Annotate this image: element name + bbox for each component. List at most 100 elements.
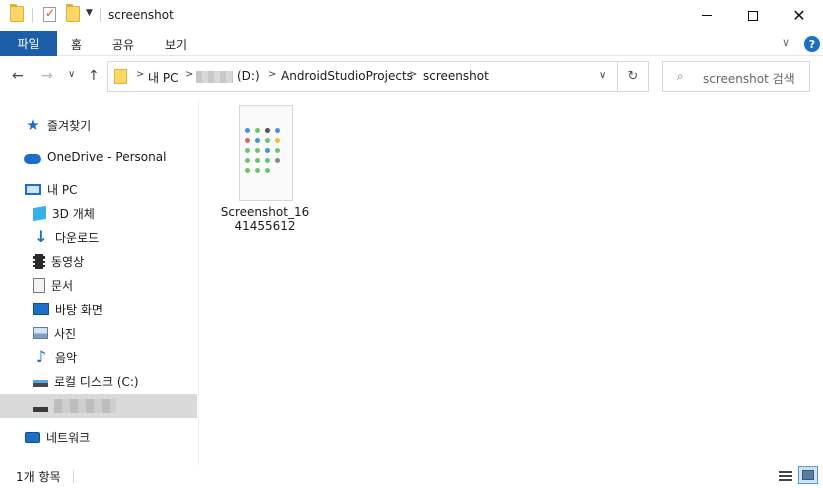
- breadcrumb-this-pc[interactable]: 내 PC: [148, 69, 178, 86]
- download-icon: ↓: [34, 227, 48, 246]
- thumbnail-dot: [265, 158, 270, 163]
- file-item[interactable]: Screenshot_1641455612: [217, 102, 313, 233]
- up-button[interactable]: ↑: [88, 68, 100, 84]
- details-view-button[interactable]: [776, 467, 794, 483]
- thumbnail-dot: [275, 148, 280, 153]
- sidebar-item-label: 음악: [55, 350, 78, 365]
- computer-icon: [25, 184, 41, 195]
- sidebar-item-label: 바탕 화면: [55, 302, 103, 317]
- thumbnail-dot: [265, 128, 270, 133]
- image-thumbnail: [239, 105, 293, 201]
- sidebar-item-3d-objects[interactable]: 3D 개체: [0, 201, 197, 225]
- item-count: 1개 항목: [16, 470, 61, 484]
- sidebar-item-quick-access[interactable]: ★ 즐겨찾기: [0, 113, 197, 137]
- recent-locations-button[interactable]: ∨: [68, 69, 75, 80]
- drive-icon: [33, 380, 48, 387]
- refresh-button[interactable]: ↻: [618, 61, 649, 92]
- details-view-icon: [779, 475, 792, 477]
- thumbnail-dot: [245, 168, 250, 173]
- breadcrumb-separator: >: [136, 69, 145, 80]
- address-bar[interactable]: > 내 PC > (D:) > AndroidStudioProjects > …: [107, 61, 618, 92]
- sidebar-item-label: 사진: [54, 326, 77, 341]
- thumbnail-dot: [255, 128, 260, 133]
- help-icon[interactable]: ?: [804, 36, 820, 52]
- breadcrumb-separator: >: [409, 69, 418, 80]
- minimize-icon: [702, 15, 712, 16]
- tab-file[interactable]: 파일: [0, 31, 57, 56]
- sidebar-item-videos[interactable]: 동영상: [0, 249, 197, 273]
- toolbar-separator: [32, 8, 33, 22]
- back-button[interactable]: ←: [12, 68, 24, 84]
- sidebar-item-documents[interactable]: 문서: [0, 273, 197, 297]
- large-icons-view-button[interactable]: [798, 466, 818, 484]
- expand-ribbon-icon[interactable]: ∨: [782, 36, 790, 49]
- sidebar-item-label: 즐겨찾기: [47, 118, 92, 133]
- maximize-icon: [748, 10, 758, 21]
- file-name: Screenshot_1641455612: [220, 205, 310, 233]
- customize-toolbar-icon[interactable]: ▼: [86, 8, 93, 18]
- tab-view[interactable]: 보기: [165, 36, 187, 53]
- sidebar-item-label: 로컬 디스크 (C:): [54, 374, 139, 389]
- sidebar-item-desktop[interactable]: 바탕 화면: [0, 297, 197, 321]
- file-list[interactable]: Screenshot_1641455612: [200, 100, 823, 465]
- sidebar-item-this-pc[interactable]: 내 PC: [0, 177, 197, 201]
- navigation-pane: ★ 즐겨찾기 OneDrive - Personal 내 PC 3D 개체 ↓ …: [0, 100, 199, 465]
- ribbon: 파일 홈 공유 보기 ∨ ?: [0, 31, 823, 56]
- thumbnail-dot: [245, 128, 250, 133]
- sidebar-item-local-disk-c[interactable]: 로컬 디스크 (C:): [0, 369, 197, 393]
- sidebar-item-downloads[interactable]: ↓ 다운로드: [0, 225, 197, 249]
- sidebar-item-label: 동영상: [51, 254, 85, 269]
- details-view-icon: [779, 471, 792, 473]
- cloud-icon: [24, 153, 41, 164]
- sidebar-item-label: 네트워크: [46, 430, 91, 445]
- close-icon: ✕: [792, 5, 806, 25]
- thumbnail-dot: [255, 168, 260, 173]
- title-bar: ▼ screenshot ✕: [0, 0, 823, 31]
- tab-share[interactable]: 공유: [112, 36, 134, 53]
- thumbnail-dot: [275, 138, 280, 143]
- star-icon: ★: [26, 116, 40, 134]
- sidebar-item-drive-d[interactable]: [0, 394, 197, 418]
- breadcrumb-drive[interactable]: (D:): [237, 69, 260, 83]
- status-bar: 1개 항목: [0, 465, 823, 488]
- sidebar-item-label: OneDrive - Personal: [47, 150, 167, 164]
- music-icon: ♪: [35, 347, 47, 366]
- toolbar-separator: [100, 8, 101, 22]
- redacted-drive-label: [54, 399, 116, 413]
- forward-button[interactable]: →: [41, 68, 53, 84]
- thumbnail-dot: [265, 138, 270, 143]
- sidebar-item-onedrive[interactable]: OneDrive - Personal: [0, 145, 197, 169]
- status-separator: [73, 470, 74, 483]
- minimize-button[interactable]: [684, 0, 730, 31]
- film-icon: [33, 253, 45, 269]
- sidebar-item-label: 다운로드: [55, 230, 100, 245]
- maximize-button[interactable]: [730, 0, 776, 31]
- thumbnail-dot: [245, 158, 250, 163]
- breadcrumb-androidstudioprojects[interactable]: AndroidStudioProjects: [281, 69, 413, 83]
- pictures-icon: [33, 327, 48, 339]
- close-button[interactable]: ✕: [776, 0, 822, 31]
- large-icons-view-icon: [802, 470, 814, 480]
- tab-home[interactable]: 홈: [71, 36, 82, 53]
- thumbnail-dot: [255, 148, 260, 153]
- thumbnail-dot: [255, 138, 260, 143]
- properties-icon[interactable]: [43, 6, 56, 22]
- window-title: screenshot: [108, 8, 174, 22]
- breadcrumb-screenshot[interactable]: screenshot: [423, 69, 489, 83]
- document-icon: [33, 277, 45, 293]
- chevron-down-icon[interactable]: ∨: [599, 70, 606, 81]
- breadcrumb-separator: >: [268, 69, 277, 80]
- sidebar-item-pictures[interactable]: 사진: [0, 321, 197, 345]
- search-box[interactable]: ⌕ screenshot 검색: [662, 61, 810, 92]
- cube-icon: [33, 205, 46, 221]
- details-view-icon: [779, 479, 792, 481]
- search-placeholder: screenshot 검색: [703, 72, 795, 86]
- sidebar-item-network[interactable]: 네트워크: [0, 425, 197, 449]
- sidebar-item-music[interactable]: ♪ 음악: [0, 345, 197, 369]
- search-icon: ⌕: [677, 69, 684, 83]
- navigation-bar: ← → ∨ ↑ > 내 PC > (D:) > AndroidStudioPro…: [0, 56, 823, 96]
- drive-icon: [33, 406, 48, 412]
- thumbnail-dot: [255, 158, 260, 163]
- new-folder-icon[interactable]: [66, 4, 80, 22]
- thumbnail-dot: [265, 168, 270, 173]
